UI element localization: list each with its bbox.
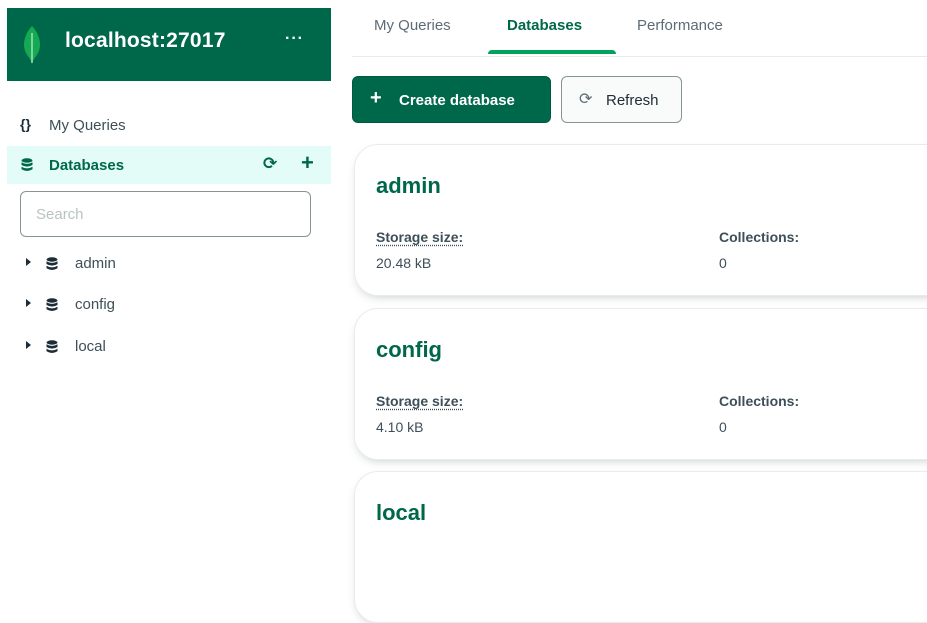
plus-icon: + <box>370 87 382 110</box>
refresh-icon[interactable]: ⟳ <box>263 154 277 174</box>
create-database-label: Create database <box>399 92 515 109</box>
caret-right-icon[interactable] <box>26 258 31 266</box>
database-card-admin[interactable]: admin Storage size: 20.48 kB Collections… <box>354 144 927 296</box>
storage-size-value: 20.48 kB <box>376 255 431 271</box>
database-card-config[interactable]: config Storage size: 4.10 kB Collections… <box>354 308 927 460</box>
braces-icon: {} <box>20 116 31 132</box>
database-card-title[interactable]: admin <box>376 173 441 199</box>
tab-performance[interactable]: Performance <box>637 17 723 34</box>
database-card-title[interactable]: local <box>376 500 426 526</box>
sidebar-item-label: My Queries <box>49 117 126 134</box>
caret-right-icon[interactable] <box>26 299 31 307</box>
sidebar-item-databases[interactable]: Databases ⟳ + <box>7 146 331 184</box>
connection-name: localhost:27017 <box>65 29 226 53</box>
storage-size-value: 4.10 kB <box>376 419 423 435</box>
tree-item-label: admin <box>75 255 116 272</box>
tab-databases[interactable]: Databases <box>507 17 582 34</box>
create-database-button[interactable]: + Create database <box>352 76 551 123</box>
add-database-icon[interactable]: + <box>301 150 314 176</box>
collections-value: 0 <box>719 255 727 271</box>
storage-size-label: Storage size: <box>376 229 463 245</box>
tree-item-admin[interactable]: admin <box>7 249 331 279</box>
collections-value: 0 <box>719 419 727 435</box>
database-icon <box>21 158 33 177</box>
database-icon <box>46 298 58 317</box>
database-icon <box>46 257 58 276</box>
database-card-local[interactable]: local <box>354 471 927 623</box>
sidebar-item-label: Databases <box>49 157 124 174</box>
database-card-title[interactable]: config <box>376 337 442 363</box>
connection-menu-button[interactable]: ··· <box>285 30 304 48</box>
database-icon <box>46 340 58 359</box>
sidebar: localhost:27017 ··· {} My Queries Databa… <box>7 8 331 546</box>
active-tab-indicator <box>488 50 616 54</box>
search-input[interactable] <box>20 191 311 237</box>
tree-item-label: config <box>75 296 115 313</box>
sidebar-item-my-queries[interactable]: {} My Queries <box>7 110 331 140</box>
collections-label: Collections: <box>719 393 799 409</box>
mongodb-leaf-icon <box>21 25 43 70</box>
tree-item-config[interactable]: config <box>7 290 331 320</box>
storage-size-label: Storage size: <box>376 393 463 409</box>
refresh-icon: ⟳ <box>579 89 592 109</box>
workspace-tabs: My Queries Databases Performance <box>352 0 927 57</box>
refresh-label: Refresh <box>606 92 659 109</box>
tree-item-local[interactable]: local <box>7 332 331 362</box>
collections-label: Collections: <box>719 229 799 245</box>
caret-right-icon[interactable] <box>26 341 31 349</box>
refresh-button[interactable]: ⟳ Refresh <box>561 76 682 123</box>
tab-my-queries[interactable]: My Queries <box>374 17 451 34</box>
tree-item-label: local <box>75 338 106 355</box>
connection-header[interactable]: localhost:27017 ··· <box>7 8 331 81</box>
